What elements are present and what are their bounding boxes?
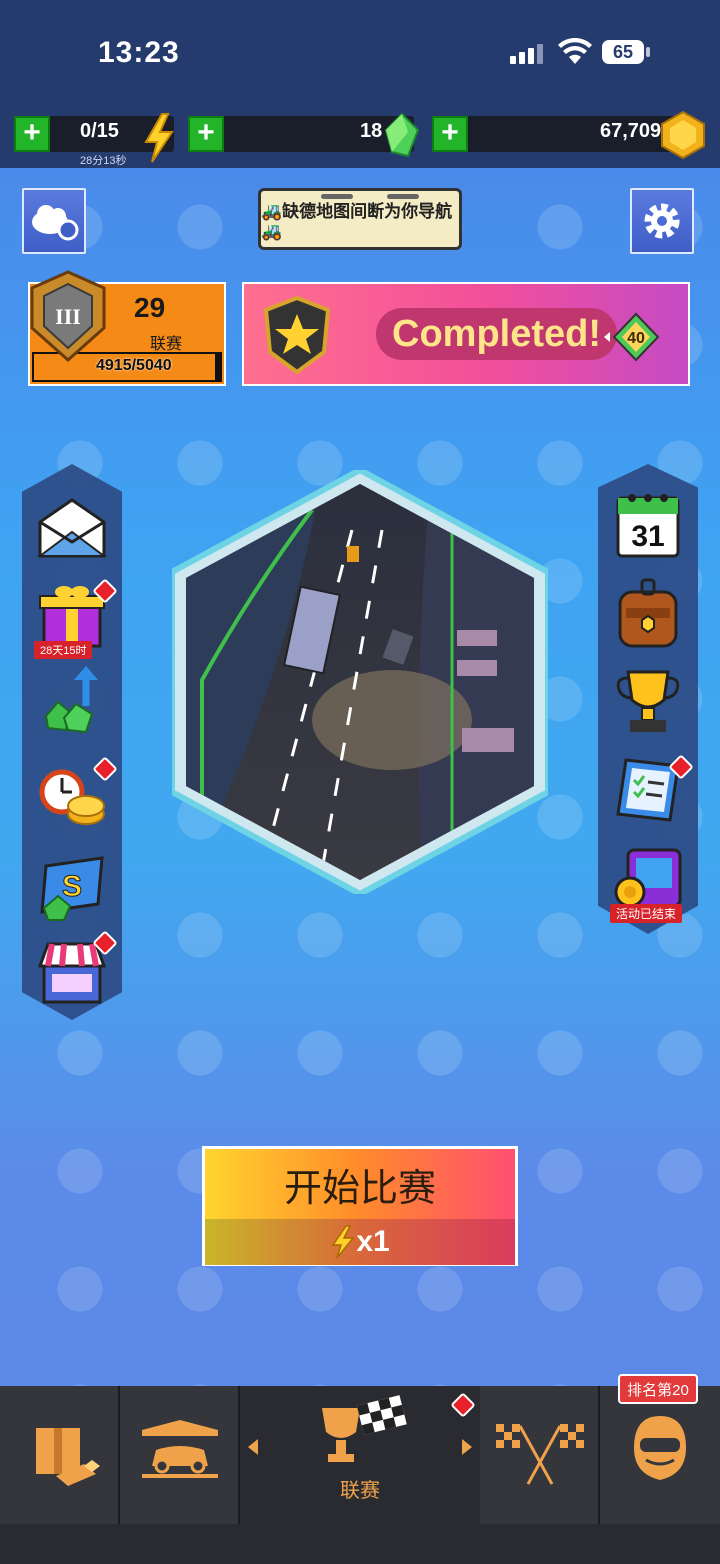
star-shield-icon <box>263 296 331 374</box>
gem-counter: + 18 <box>188 112 420 158</box>
nav-crates[interactable] <box>0 1386 120 1524</box>
start-race-button[interactable]: 开始比赛 x1 <box>202 1146 518 1266</box>
energy-timer: 28分13秒 <box>80 155 127 167</box>
nav-right-arrow-icon[interactable] <box>460 1438 474 1456</box>
league-notification-dot <box>450 1392 476 1418</box>
league-rank-number: 29 <box>134 292 166 323</box>
season-promo-banner[interactable]: Completed! 40 <box>242 282 690 386</box>
crate-icon <box>36 1428 100 1486</box>
start-race-cost-text: x1 <box>356 1225 390 1258</box>
nav-left-arrow-icon[interactable] <box>246 1438 260 1456</box>
gem-upgrade-icon[interactable] <box>36 666 108 736</box>
cloud-sync-button[interactable] <box>22 188 86 254</box>
checkered-flags-icon <box>496 1424 584 1485</box>
promo-status-text: Completed! <box>376 308 617 360</box>
garage-car-icon <box>142 1420 218 1478</box>
cloud-sync-icon <box>32 205 79 241</box>
rank-tag: 排名第20 <box>618 1374 698 1404</box>
nav-league[interactable]: 联赛 <box>240 1386 482 1524</box>
gold-coin-icon <box>661 110 705 160</box>
tier-text: III <box>55 304 81 329</box>
svg-text:S: S <box>62 870 82 903</box>
calendar-icon[interactable]: 31 <box>612 490 684 560</box>
coin-value: 67,709 <box>600 120 662 142</box>
news-ticker[interactable]: 🚜缺德地图间断为你导航🚜 <box>258 188 462 250</box>
wifi-icon <box>558 38 592 64</box>
energy-bolt-icon <box>144 113 174 163</box>
battery-nub <box>646 47 650 57</box>
gift-timer-tag: 28天15时 <box>34 641 93 659</box>
green-gem-icon <box>384 112 420 158</box>
resource-bar: + 0/15 28分13秒 + 18 + 67,709 <box>0 110 720 168</box>
reward-amount: 40 <box>627 330 645 347</box>
settings-button[interactable] <box>630 188 694 254</box>
add-coins-button[interactable]: + <box>432 116 468 152</box>
nav-events[interactable] <box>480 1386 600 1524</box>
energy-counter: + 0/15 <box>14 113 174 163</box>
energy-bolt-icon <box>331 1225 355 1259</box>
energy-value: 0/15 <box>80 120 119 142</box>
gem-value: 18 <box>360 120 383 142</box>
add-energy-button[interactable]: + <box>14 116 50 152</box>
status-bar: 13:23 65 <box>0 0 720 110</box>
add-gems-button[interactable]: + <box>188 116 224 152</box>
signal-icon <box>510 44 543 64</box>
coin-counter: + 67,709 <box>432 110 705 160</box>
event-ended-tag: 活动已结束 <box>610 904 683 923</box>
calendar-day: 31 <box>631 520 664 553</box>
league-trophy-flag-icon <box>322 1395 407 1462</box>
gear-icon <box>644 203 680 239</box>
helmet-avatar-icon <box>634 1416 686 1480</box>
start-race-label: 开始比赛 <box>283 1167 436 1210</box>
news-text: 🚜缺德地图间断为你导航🚜 <box>261 201 453 241</box>
mail-icon[interactable] <box>36 492 108 562</box>
nav-league-label: 联赛 <box>340 1480 380 1502</box>
trophy-icon[interactable] <box>612 666 684 736</box>
bottom-nav: 联赛 <box>0 1386 720 1564</box>
start-race-cost: x1 <box>205 1219 515 1265</box>
nav-profile[interactable] <box>600 1386 720 1524</box>
backpack-icon[interactable] <box>612 578 684 648</box>
clock: 13:23 <box>98 36 180 69</box>
race-track-preview[interactable] <box>172 470 548 894</box>
battery-icon: 65 <box>602 40 644 64</box>
super-pass-icon[interactable]: S <box>36 852 108 922</box>
league-label: 联赛 <box>150 336 183 353</box>
league-tier-emblem-icon: III <box>30 270 106 363</box>
nav-garage[interactable] <box>120 1386 240 1524</box>
reward-gem-badge-icon: 40 <box>604 312 660 362</box>
